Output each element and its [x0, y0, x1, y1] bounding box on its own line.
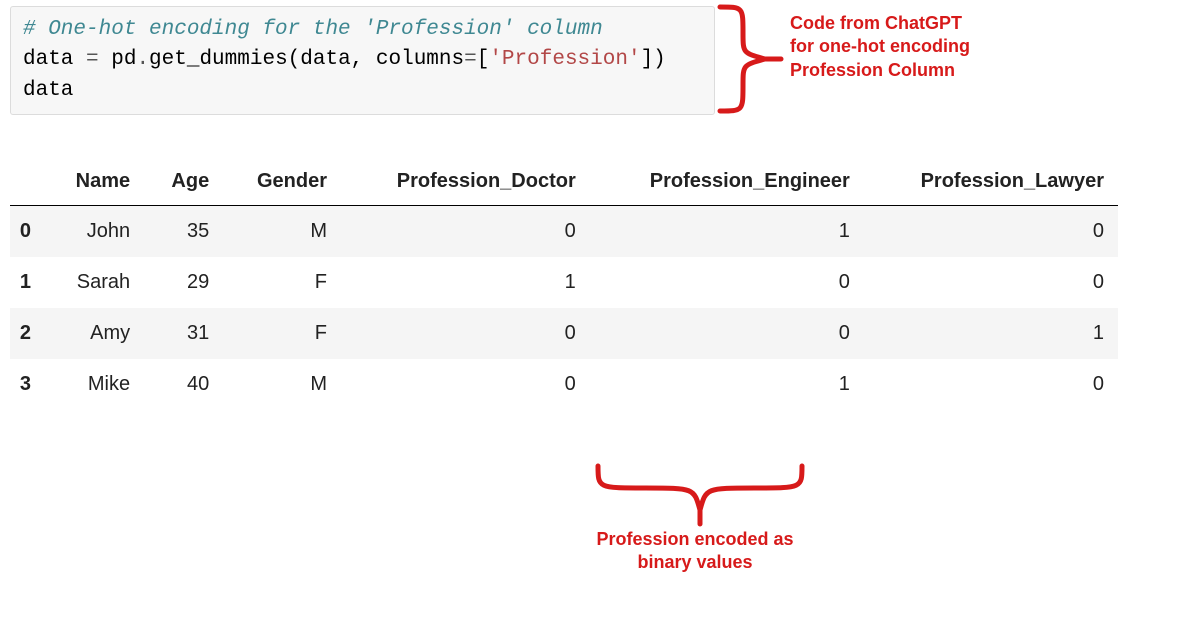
- cell-gender: F: [223, 308, 341, 359]
- cell-gender: M: [223, 206, 341, 258]
- cell-gender: M: [223, 359, 341, 410]
- cell-engineer: 1: [590, 359, 864, 410]
- col-profession-doctor: Profession_Doctor: [341, 160, 590, 206]
- cell-doctor: 1: [341, 257, 590, 308]
- cell-age: 31: [144, 308, 223, 359]
- table-row: 0 John 35 M 0 1 0: [10, 206, 1118, 258]
- cell-gender: F: [223, 257, 341, 308]
- cell-doctor: 0: [341, 206, 590, 258]
- cell-doctor: 0: [341, 308, 590, 359]
- annotation-line: Profession encoded as: [570, 528, 820, 551]
- cell-engineer: 0: [590, 308, 864, 359]
- cell-name: John: [45, 206, 144, 258]
- code-op: =: [464, 48, 477, 71]
- annotation-line: Code from ChatGPT: [790, 12, 970, 35]
- annotation-line: for one-hot encoding: [790, 35, 970, 58]
- code-func: get_dummies: [149, 48, 288, 71]
- annotation-line: binary values: [570, 551, 820, 574]
- cell-index: 2: [10, 308, 45, 359]
- cell-name: Sarah: [45, 257, 144, 308]
- table-row: 3 Mike 40 M 0 1 0: [10, 359, 1118, 410]
- code-text: (data, columns: [288, 48, 464, 71]
- table-row: 2 Amy 31 F 0 0 1: [10, 308, 1118, 359]
- code-op: =: [86, 48, 99, 71]
- table-body: 0 John 35 M 0 1 0 1 Sarah 29 F 1 0 0 2 A…: [10, 206, 1118, 411]
- col-profession-lawyer: Profession_Lawyer: [864, 160, 1118, 206]
- code-bracket: ]): [641, 48, 666, 71]
- cell-lawyer: 0: [864, 206, 1118, 258]
- code-string: 'Profession': [489, 48, 640, 71]
- cell-engineer: 0: [590, 257, 864, 308]
- code-bracket: [: [477, 48, 490, 71]
- cell-index: 3: [10, 359, 45, 410]
- cell-age: 35: [144, 206, 223, 258]
- code-var: data: [23, 79, 73, 102]
- cell-doctor: 0: [341, 359, 590, 410]
- cell-lawyer: 1: [864, 308, 1118, 359]
- annotation-top: Code from ChatGPT for one-hot encoding P…: [790, 12, 970, 82]
- annotation-bottom: Profession encoded as binary values: [570, 528, 820, 575]
- cell-lawyer: 0: [864, 359, 1118, 410]
- dataframe-table: Name Age Gender Profession_Doctor Profes…: [10, 160, 1118, 410]
- cell-name: Mike: [45, 359, 144, 410]
- code-text: pd: [99, 48, 137, 71]
- table-row: 1 Sarah 29 F 1 0 0: [10, 257, 1118, 308]
- col-name: Name: [45, 160, 144, 206]
- brace-right-icon: [715, 3, 785, 120]
- code-var: data: [23, 48, 86, 71]
- cell-age: 40: [144, 359, 223, 410]
- cell-index: 0: [10, 206, 45, 258]
- code-dot: .: [136, 48, 149, 71]
- cell-engineer: 1: [590, 206, 864, 258]
- code-cell: # One-hot encoding for the 'Profession' …: [10, 6, 715, 115]
- col-gender: Gender: [223, 160, 341, 206]
- col-profession-engineer: Profession_Engineer: [590, 160, 864, 206]
- col-index: [10, 160, 45, 206]
- cell-name: Amy: [45, 308, 144, 359]
- code-comment: # One-hot encoding for the 'Profession' …: [23, 18, 603, 41]
- cell-lawyer: 0: [864, 257, 1118, 308]
- cell-index: 1: [10, 257, 45, 308]
- cell-age: 29: [144, 257, 223, 308]
- annotation-line: Profession Column: [790, 59, 970, 82]
- col-age: Age: [144, 160, 223, 206]
- brace-bottom-icon: [590, 460, 810, 535]
- table-header-row: Name Age Gender Profession_Doctor Profes…: [10, 160, 1118, 206]
